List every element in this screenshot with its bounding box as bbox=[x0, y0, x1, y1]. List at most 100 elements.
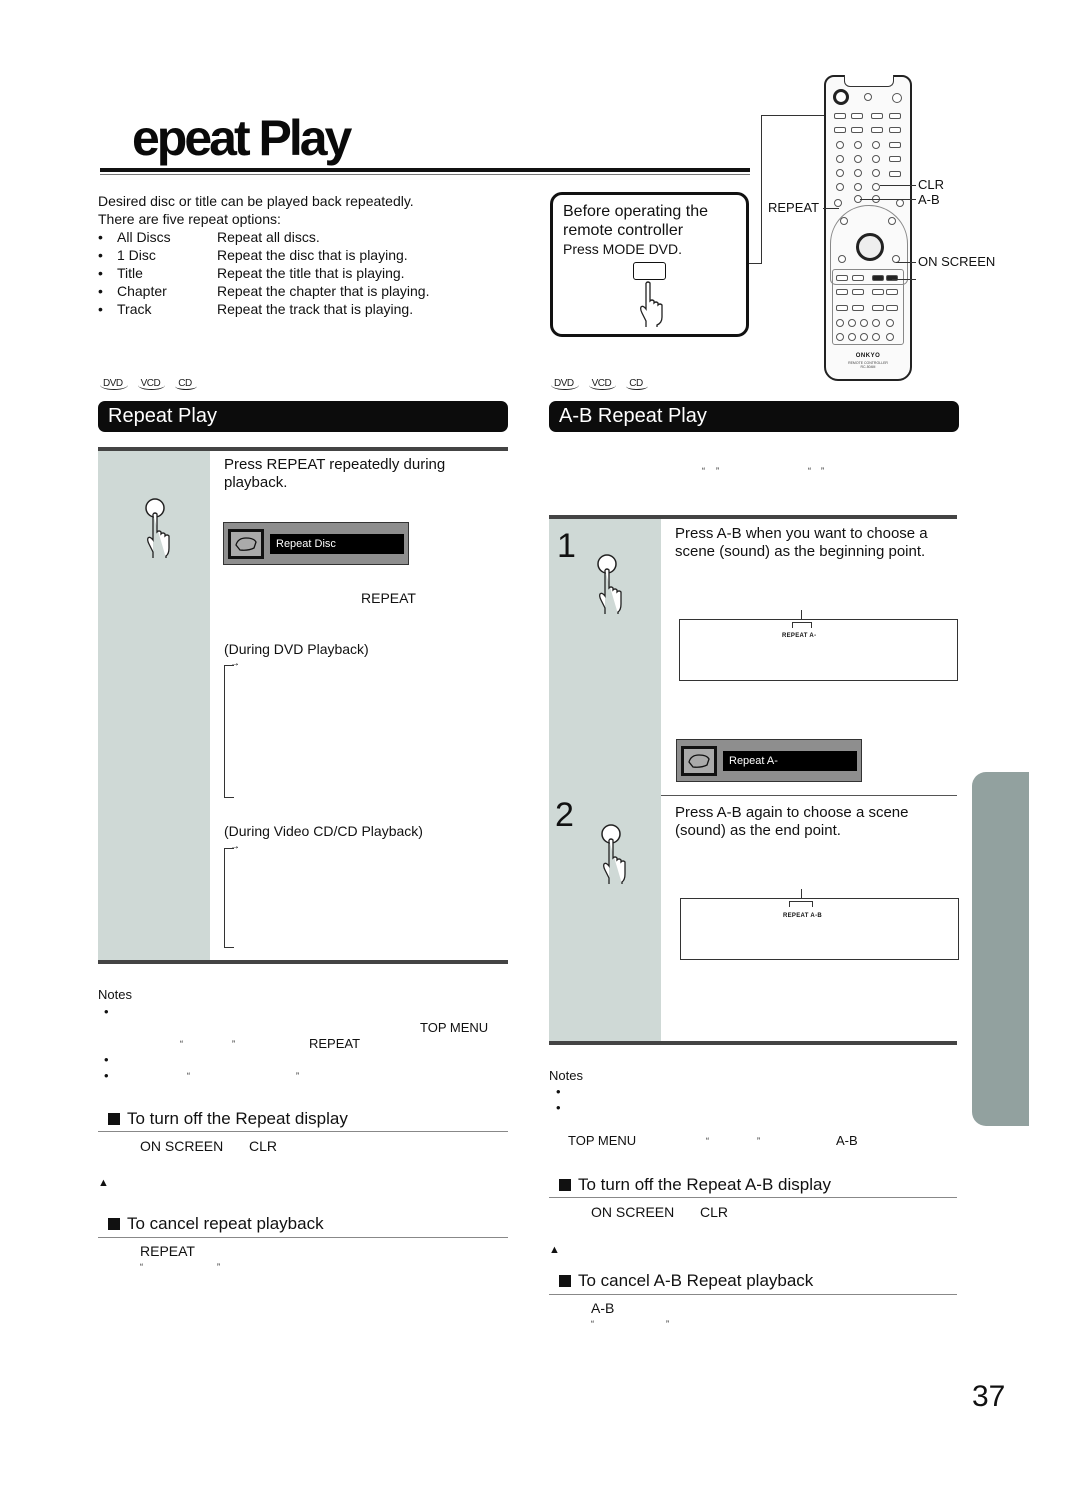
subheading-rule bbox=[549, 1294, 957, 1295]
connector-line bbox=[749, 263, 761, 264]
note-key-repeat: REPEAT bbox=[309, 1036, 361, 1051]
subheading-rule bbox=[549, 1197, 957, 1198]
disc-icon bbox=[681, 745, 717, 776]
bullet: • bbox=[98, 229, 103, 245]
remote-key bbox=[848, 319, 856, 327]
cycle-bracket bbox=[224, 665, 234, 798]
remote-key bbox=[872, 319, 880, 327]
option-desc: Repeat the title that is playing. bbox=[217, 265, 405, 281]
subheading-turn-off-display: To turn off the Repeat display bbox=[108, 1108, 348, 1130]
close-quote: ” bbox=[232, 1039, 235, 1049]
key-on-screen: ON SCREEN bbox=[140, 1138, 224, 1154]
step-divider bbox=[661, 795, 957, 796]
remote-key bbox=[852, 275, 864, 281]
hand-press-icon bbox=[640, 281, 663, 327]
remote-key bbox=[840, 217, 848, 225]
osd-bar: Repeat A- bbox=[676, 739, 862, 782]
notes-title: Notes bbox=[549, 1068, 583, 1083]
front-panel-display: REPEAT A- bbox=[679, 619, 958, 681]
before-title-line: remote controller bbox=[563, 222, 684, 239]
osd-text: Repeat A- bbox=[723, 750, 857, 771]
osd-bar: Repeat Disc bbox=[223, 522, 409, 565]
callout-on-screen: ON SCREEN bbox=[918, 254, 996, 269]
press-button-icon bbox=[601, 824, 626, 884]
open-quote: “ bbox=[702, 466, 705, 476]
repeat-option: • All Discs Repeat all discs. bbox=[98, 228, 429, 246]
repeat-option: • Track Repeat the track that is playing… bbox=[98, 300, 429, 318]
dpad-icon bbox=[856, 233, 884, 261]
step-number: 1 bbox=[557, 527, 576, 565]
option-name: Title bbox=[117, 265, 143, 281]
triangle-icon: ▲ bbox=[98, 1177, 109, 1189]
key-clr: CLR bbox=[700, 1204, 729, 1220]
disc-type-logos: DVD VCD CD bbox=[100, 378, 197, 390]
remote-key bbox=[888, 217, 896, 225]
remote-key bbox=[889, 113, 901, 119]
display-label: REPEAT A-B bbox=[783, 913, 822, 919]
num-key bbox=[854, 183, 862, 191]
notes-title: Notes bbox=[98, 987, 132, 1002]
close-quote: ” bbox=[757, 1136, 760, 1146]
before-title-line: Before operating the bbox=[563, 203, 708, 220]
num-key bbox=[872, 169, 880, 177]
bullet: • bbox=[98, 283, 103, 299]
key-clr: CLR bbox=[249, 1138, 278, 1154]
remote-key bbox=[836, 305, 848, 311]
option-desc: Repeat the chapter that is playing. bbox=[217, 283, 430, 299]
intro-text: Desired disc or title can be played back… bbox=[98, 192, 429, 318]
title-rule-thin bbox=[100, 174, 750, 175]
num-key bbox=[854, 169, 862, 177]
num-key bbox=[836, 155, 844, 163]
callout-line bbox=[896, 262, 916, 263]
remote-button bbox=[892, 93, 902, 103]
num-key bbox=[854, 141, 862, 149]
remote-brand: ONKYO bbox=[855, 353, 881, 359]
remote-key bbox=[896, 199, 904, 207]
close-quote: ” bbox=[821, 466, 824, 476]
repeat-option: • Chapter Repeat the chapter that is pla… bbox=[98, 282, 429, 300]
clr-key bbox=[872, 183, 880, 191]
square-bullet-icon bbox=[108, 1218, 120, 1230]
before-instruction: Press MODE DVD. bbox=[563, 241, 683, 257]
option-name: 1 Disc bbox=[117, 247, 156, 263]
remote-key bbox=[886, 333, 894, 341]
remote-key bbox=[886, 319, 894, 327]
close-quote: ” bbox=[217, 1262, 220, 1272]
remote-key bbox=[886, 289, 898, 295]
num-key bbox=[872, 155, 880, 163]
remote-key bbox=[871, 113, 883, 119]
dvd-logo: DVD bbox=[551, 378, 579, 390]
close-quote: ” bbox=[296, 1071, 299, 1081]
remote-controller-illustration: ONKYO REMOTE CONTROLLER RC-504M bbox=[824, 75, 912, 381]
close-quote: ” bbox=[716, 466, 719, 476]
title-rule bbox=[100, 168, 750, 172]
subheading-rule bbox=[98, 1131, 508, 1132]
vcd-logo: VCD bbox=[588, 378, 617, 390]
callout-line bbox=[860, 199, 916, 200]
bullet: • bbox=[98, 247, 103, 263]
option-name: All Discs bbox=[117, 229, 171, 245]
disc-tray-icon bbox=[688, 753, 710, 768]
subheading-rule bbox=[98, 1237, 508, 1238]
remote-key bbox=[872, 289, 884, 295]
section-header-ab-repeat: A-B Repeat Play bbox=[549, 401, 959, 432]
display-bracket bbox=[792, 622, 812, 628]
key-on-screen: ON SCREEN bbox=[591, 1204, 675, 1220]
remote-key bbox=[889, 127, 901, 133]
dvd-playback-label: (During DVD Playback) bbox=[224, 641, 369, 657]
step-rule bbox=[98, 960, 508, 964]
square-bullet-icon bbox=[559, 1275, 571, 1287]
num-key bbox=[872, 141, 880, 149]
page-title: epeat Play bbox=[132, 110, 352, 166]
repeat-option: • Title Repeat the title that is playing… bbox=[98, 264, 429, 282]
arrow-icon: → bbox=[230, 841, 240, 852]
subheading-text: To turn off the Repeat display bbox=[127, 1109, 348, 1128]
vcd-logo: VCD bbox=[137, 378, 166, 390]
cd-logo: CD bbox=[626, 378, 648, 390]
open-quote: “ bbox=[808, 466, 811, 476]
arrow-icon: → bbox=[230, 658, 240, 669]
display-label: REPEAT A- bbox=[782, 633, 817, 639]
repeat-option: • 1 Disc Repeat the disc that is playing… bbox=[98, 246, 429, 264]
chapter-side-tab bbox=[972, 772, 1029, 1126]
callout-line bbox=[880, 185, 916, 186]
